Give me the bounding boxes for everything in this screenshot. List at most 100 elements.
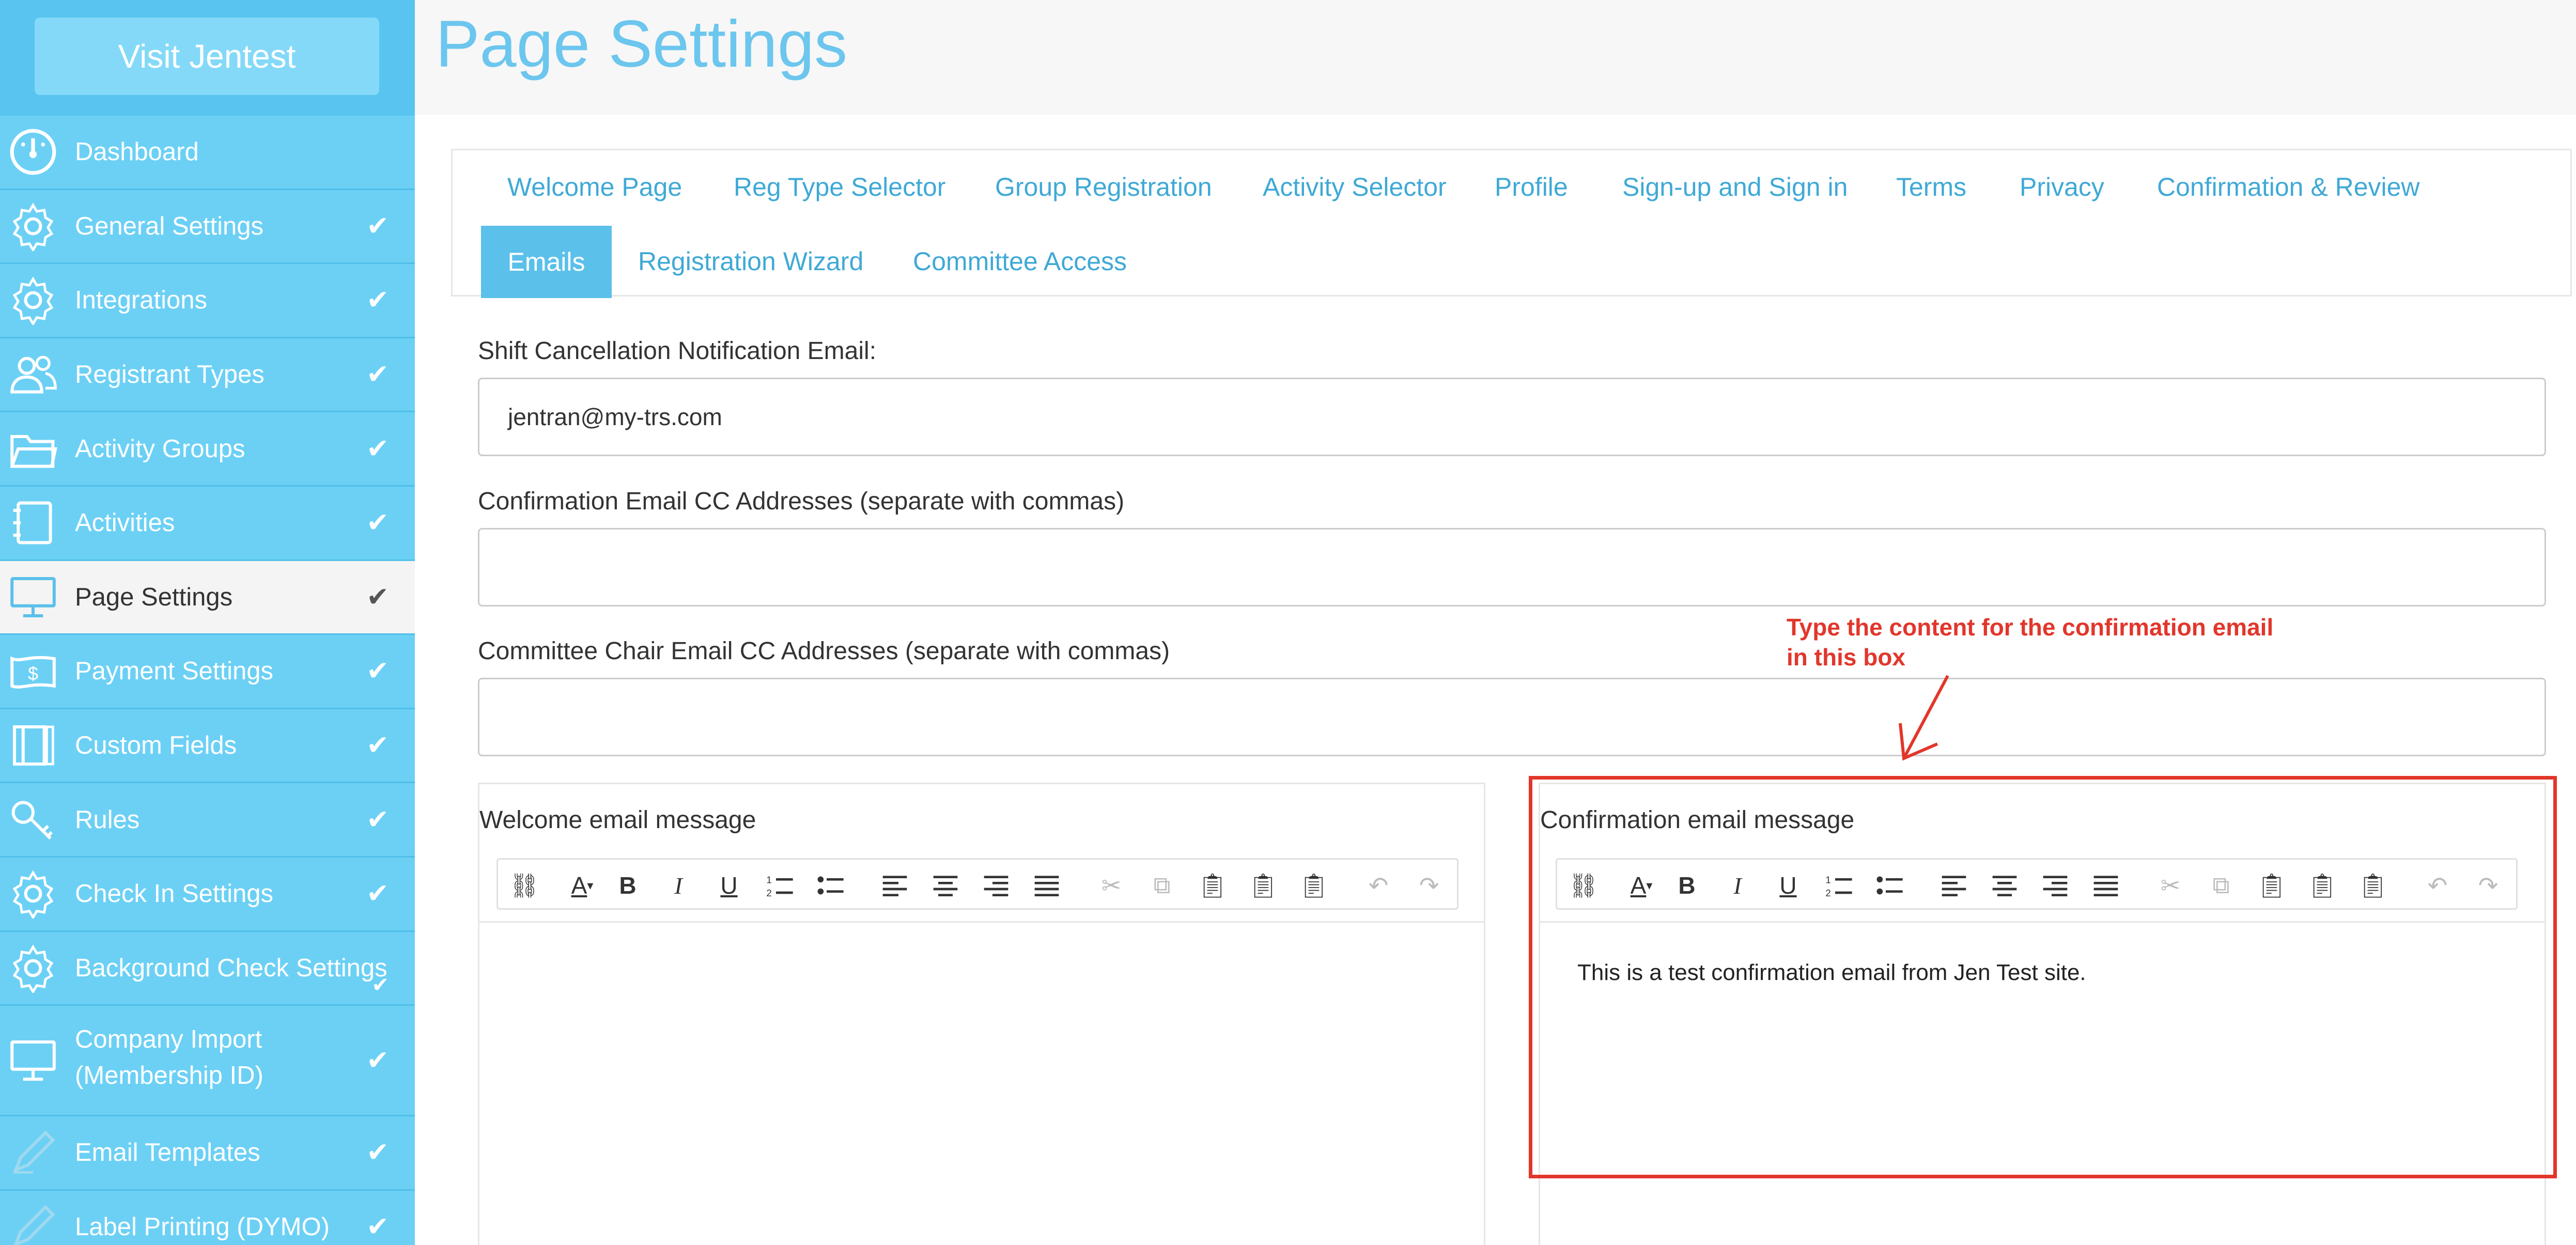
welcome-email-title: Welcome email message: [479, 806, 756, 834]
tab-profile[interactable]: Profile: [1495, 172, 1568, 202]
tab-registration-wizard[interactable]: Registration Wizard: [638, 246, 863, 276]
sidebar-item-email-templates[interactable]: Email Templates ✔: [0, 1116, 415, 1191]
check-icon: ✔: [366, 285, 389, 316]
sidebar-item-label: Dashboard: [75, 138, 199, 166]
paste-text-icon[interactable]: 📋︎: [1246, 869, 1280, 902]
sidebar-item-label: Payment Settings: [75, 657, 274, 686]
check-icon: ✔: [366, 1138, 389, 1168]
cut-icon[interactable]: ✂: [1094, 869, 1128, 902]
sidebar-item-registrant-types[interactable]: Registrant Types ✔: [0, 338, 415, 413]
italic-icon[interactable]: I: [661, 869, 695, 902]
underline-icon[interactable]: U: [712, 869, 746, 902]
svg-text:$: $: [28, 663, 38, 684]
tab-group-registration[interactable]: Group Registration: [995, 172, 1212, 202]
gear-icon: [7, 942, 59, 994]
tab-emails[interactable]: Emails: [481, 226, 612, 298]
link-icon[interactable]: ⛓: [507, 869, 541, 902]
money-icon: $: [7, 645, 59, 697]
sidebar-item-label: Company Import: [75, 1025, 262, 1054]
ordered-list-icon[interactable]: 12: [763, 869, 797, 902]
folder-icon: [7, 423, 59, 475]
tab-confirmation-review[interactable]: Confirmation & Review: [2157, 172, 2420, 202]
check-icon: ✔: [366, 360, 389, 390]
sidebar-item-page-settings[interactable]: Page Settings ✔: [0, 561, 415, 635]
sidebar-item-payment-settings[interactable]: $ Payment Settings ✔: [0, 635, 415, 709]
copy-icon[interactable]: ⧉: [1145, 869, 1179, 902]
annotation-line-2: in this box: [1787, 644, 1905, 671]
shift-cancellation-label: Shift Cancellation Notification Email:: [478, 337, 877, 365]
sidebar-item-label-printing[interactable]: Label Printing (DYMO) ✔: [0, 1191, 415, 1245]
tab-committee-access[interactable]: Committee Access: [913, 246, 1127, 276]
sidebar-item-label: Page Settings: [75, 583, 233, 611]
check-icon: ✔: [366, 1212, 389, 1242]
align-left-icon[interactable]: [878, 869, 912, 902]
bullet-list-icon[interactable]: [813, 869, 847, 902]
welcome-editor-toolbar: ⛓ A ▾ B I U 12 ✂ ⧉ 📋︎ 📋︎ 📋︎ ↶ ↷: [496, 858, 1458, 910]
check-icon: ✔: [366, 730, 389, 761]
bold-icon[interactable]: B: [611, 869, 645, 902]
align-right-icon[interactable]: [979, 869, 1013, 902]
page-title: Page Settings: [436, 7, 847, 81]
key-icon: [7, 794, 59, 846]
gear-icon: [7, 200, 59, 252]
check-icon: ✔: [366, 879, 389, 909]
check-icon: ✔: [366, 433, 389, 464]
sidebar-item-background-check-settings[interactable]: Background Check Settings ✔: [0, 932, 415, 1006]
sidebar-item-sublabel: (Membership ID): [75, 1062, 263, 1090]
monitor-icon: [7, 1035, 59, 1086]
sidebar-item-label: Custom Fields: [75, 732, 237, 760]
sidebar-item-company-import[interactable]: Company Import (Membership ID) ✔: [0, 1006, 415, 1117]
paste-word-icon[interactable]: 📋︎: [1297, 869, 1331, 902]
check-icon: ✔: [371, 973, 389, 997]
notebook-icon: [7, 497, 59, 549]
sidebar-item-dashboard[interactable]: Dashboard: [0, 116, 415, 190]
tab-bar: Welcome Page Reg Type Selector Group Reg…: [451, 149, 2572, 298]
sidebar-item-integrations[interactable]: Integrations ✔: [0, 264, 415, 338]
committee-cc-input[interactable]: [478, 678, 2546, 756]
tab-privacy[interactable]: Privacy: [2020, 172, 2104, 202]
sidebar-item-label: Check In Settings: [75, 880, 274, 908]
sidebar-item-check-in-settings[interactable]: Check In Settings ✔: [0, 858, 415, 932]
shift-cancellation-email-input[interactable]: jentran@my-trs.com: [478, 378, 2546, 456]
confirmation-cc-label: Confirmation Email CC Addresses (separat…: [478, 488, 1125, 515]
check-icon: ✔: [366, 1045, 389, 1076]
tab-sign-up-and-sign-in[interactable]: Sign-up and Sign in: [1622, 172, 1848, 202]
sidebar-item-activity-groups[interactable]: Activity Groups ✔: [0, 412, 415, 487]
sidebar-item-label: General Settings: [75, 212, 263, 240]
justify-icon[interactable]: [1030, 869, 1064, 902]
users-icon: [7, 349, 59, 400]
book-icon: [7, 720, 59, 771]
align-center-icon[interactable]: [928, 869, 963, 902]
sidebar-item-label: Integrations: [75, 286, 208, 315]
tab-activity-selector[interactable]: Activity Selector: [1263, 172, 1447, 202]
pencil-icon: [7, 1201, 59, 1245]
monitor-icon: [7, 571, 59, 623]
visit-site-button[interactable]: Visit Jentest: [35, 18, 379, 95]
confirmation-cc-input[interactable]: [478, 528, 2546, 606]
tab-reg-type-selector[interactable]: Reg Type Selector: [734, 172, 945, 202]
redo-icon[interactable]: ↷: [1412, 869, 1446, 902]
annotation-highlight-box: [1529, 776, 2557, 1178]
check-icon: ✔: [366, 211, 389, 241]
tab-terms[interactable]: Terms: [1896, 172, 1966, 202]
annotation-arrow-icon: [1899, 675, 1949, 761]
svg-text:2: 2: [766, 888, 771, 898]
visit-site-area: Visit Jentest: [0, 0, 415, 116]
check-icon: ✔: [366, 656, 389, 687]
sidebar-item-label: Label Printing (DYMO): [75, 1213, 330, 1241]
gear-icon: [7, 868, 59, 920]
paste-icon[interactable]: 📋︎: [1196, 869, 1230, 902]
sidebar-item-custom-fields[interactable]: Custom Fields ✔: [0, 709, 415, 784]
committee-cc-label: Committee Chair Email CC Addresses (sepa…: [478, 637, 1170, 665]
tab-welcome-page[interactable]: Welcome Page: [507, 172, 682, 202]
sidebar-item-label: Background Check Settings: [75, 954, 387, 982]
font-color-icon[interactable]: A ▾: [559, 869, 606, 902]
sidebar-item-rules[interactable]: Rules ✔: [0, 783, 415, 858]
sidebar-item-general-settings[interactable]: General Settings ✔: [0, 190, 415, 264]
pencil-icon: [7, 1127, 59, 1178]
annotation-line-1: Type the content for the confirmation em…: [1787, 614, 2274, 641]
check-icon: ✔: [366, 582, 389, 612]
sidebar-item-activities[interactable]: Activities ✔: [0, 487, 415, 561]
undo-icon[interactable]: ↶: [1361, 869, 1395, 902]
welcome-email-editor: Welcome email message ⛓ A ▾ B I U 12 ✂ ⧉ …: [478, 783, 1485, 1245]
